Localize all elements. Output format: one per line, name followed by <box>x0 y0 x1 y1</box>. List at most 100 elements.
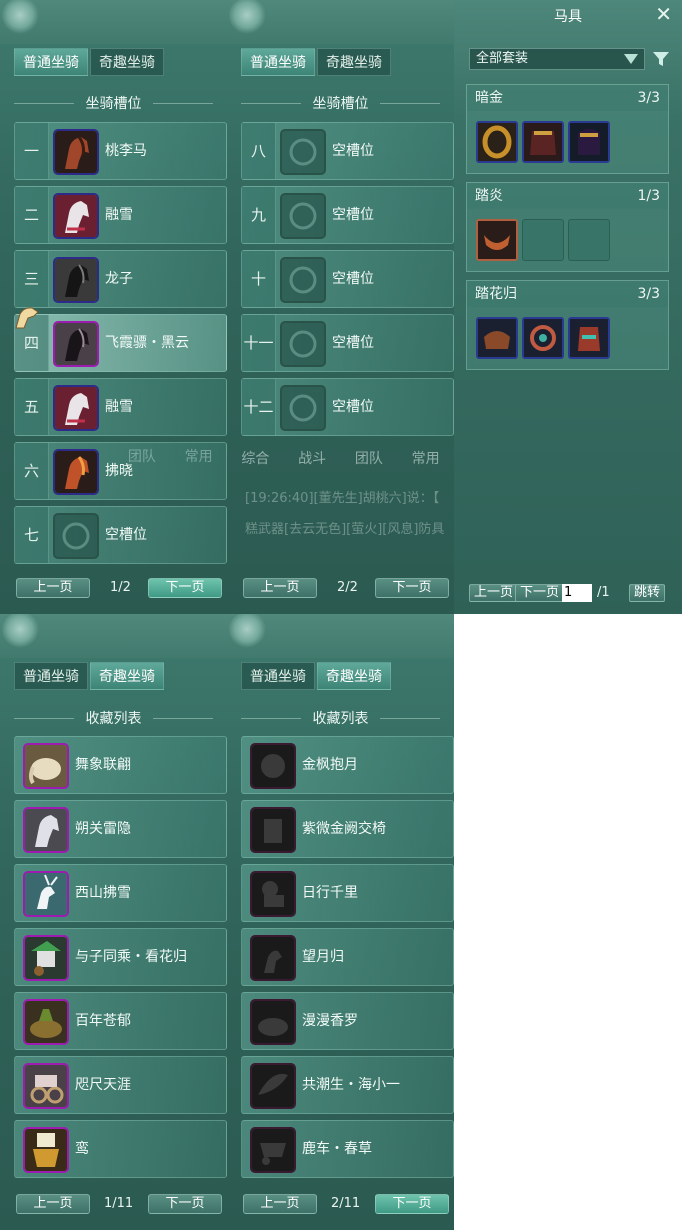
tab-fun-mounts[interactable]: 奇趣坐骑 <box>317 48 391 76</box>
ghost-chat-tab: 常用 <box>411 451 440 467</box>
mount-panel-fun-page1: 普通坐骑 奇趣坐骑 收藏列表 舞象联翩 朔关雷隐 西山拂雪 与子同乘・看花归 百… <box>0 614 227 1230</box>
tab-normal-mounts[interactable]: 普通坐骑 <box>14 48 88 76</box>
gear-item-bridle-icon[interactable] <box>476 121 518 163</box>
set-filter-dropdown[interactable]: 全部套装 <box>469 48 645 70</box>
gear-pagination: 上一页 下一页 1 /1 跳转 <box>469 584 669 604</box>
mount-slot-empty[interactable]: 十一 空槽位 <box>241 314 454 372</box>
page-total: /1 <box>597 585 610 600</box>
pagination: 上一页 2/2 下一页 <box>227 578 454 600</box>
jade-dragon-ornament-icon <box>229 0 269 36</box>
empty-slot-icon <box>280 321 326 367</box>
collection-item[interactable]: 咫尺天涯 <box>14 1056 227 1114</box>
locked-mount-icon <box>250 935 296 981</box>
gear-set-count: 1/3 <box>637 188 660 204</box>
gear-empty-slot[interactable] <box>522 219 564 261</box>
tab-fun-mounts[interactable]: 奇趣坐骑 <box>90 662 164 690</box>
tab-fun-mounts[interactable]: 奇趣坐骑 <box>90 48 164 76</box>
collection-item-locked[interactable]: 日行千里 <box>241 864 454 922</box>
mount-slot-empty[interactable]: 十二 空槽位 <box>241 378 454 436</box>
prev-page-button[interactable]: 上一页 <box>243 578 317 598</box>
collection-item-locked[interactable]: 金枫抱月 <box>241 736 454 794</box>
gear-item-saddle-icon[interactable] <box>522 121 564 163</box>
slot-number: 十 <box>242 251 276 307</box>
mount-name: 空槽位 <box>332 271 374 287</box>
mount-name: 漫漫香罗 <box>302 1013 358 1029</box>
gear-empty-slot[interactable] <box>568 219 610 261</box>
next-page-button[interactable]: 下一页 <box>148 1194 222 1214</box>
gear-set-count: 3/3 <box>637 90 660 106</box>
empty-slot-icon <box>280 193 326 239</box>
prev-page-button[interactable]: 上一页 <box>243 1194 317 1214</box>
tab-fun-mounts[interactable]: 奇趣坐骑 <box>317 662 391 690</box>
horse-white-icon <box>53 193 99 239</box>
mount-slot-empty[interactable]: 八 空槽位 <box>241 122 454 180</box>
slot-number: 八 <box>242 123 276 179</box>
gear-item-saddle-icon[interactable] <box>476 219 518 261</box>
mount-slot[interactable]: 一 桃李马 <box>14 122 227 180</box>
mount-name: 舞象联翩 <box>75 757 131 773</box>
collection-item[interactable]: 朔关雷隐 <box>14 800 227 858</box>
mount-name: 空槽位 <box>105 527 147 543</box>
mount-slot[interactable]: 二 融雪 <box>14 186 227 244</box>
mount-type-tabs: 普通坐骑 奇趣坐骑 <box>14 662 164 690</box>
gear-item-bridle-icon[interactable] <box>522 317 564 359</box>
mount-name: 龙子 <box>105 271 133 287</box>
mount-name: 金枫抱月 <box>302 757 358 773</box>
section-title: 收藏列表 <box>227 708 454 728</box>
mount-slot[interactable]: 五 融雪 <box>14 378 227 436</box>
mount-slot[interactable]: 三 龙子 <box>14 250 227 308</box>
collection-item[interactable]: 鸾 <box>14 1120 227 1178</box>
jump-button[interactable]: 跳转 <box>629 584 666 602</box>
slot-number: 一 <box>15 123 49 179</box>
mount-slot[interactable]: 六 拂晓 <box>14 442 227 500</box>
horse-black-cloud-icon <box>53 321 99 367</box>
slot-number: 十二 <box>242 379 276 435</box>
collection-item-locked[interactable]: 漫漫香罗 <box>241 992 454 1050</box>
collection-item[interactable]: 舞象联翩 <box>14 736 227 794</box>
filter-icon[interactable] <box>652 50 670 68</box>
close-icon[interactable]: ✕ <box>655 4 672 24</box>
gear-item-saddle-icon[interactable] <box>476 317 518 359</box>
collection-item[interactable]: 西山拂雪 <box>14 864 227 922</box>
prev-page-button[interactable]: 上一页 <box>469 584 519 602</box>
slot-number: 十一 <box>242 315 276 371</box>
collection-item[interactable]: 百年苍郁 <box>14 992 227 1050</box>
jade-dragon-ornament-icon <box>2 614 42 650</box>
mount-name: 鹿车・春草 <box>302 1141 372 1157</box>
section-title: 收藏列表 <box>0 708 227 728</box>
page-indicator: 1/2 <box>110 580 131 595</box>
collection-item-locked[interactable]: 鹿车・春草 <box>241 1120 454 1178</box>
horse-red-icon <box>53 449 99 495</box>
next-page-button[interactable]: 下一页 <box>515 584 565 602</box>
horse-cursor-icon <box>15 307 39 329</box>
next-page-button[interactable]: 下一页 <box>375 1194 449 1214</box>
ghost-chat-tab: 综合 <box>241 451 270 467</box>
page-indicator: 1/11 <box>104 1196 134 1211</box>
gear-item-stirrup-icon[interactable] <box>568 317 610 359</box>
mount-slot-selected[interactable]: 四 飞霞骠・黑云 <box>14 314 227 372</box>
gear-set: 踏炎 1/3 <box>466 182 669 272</box>
tab-normal-mounts[interactable]: 普通坐骑 <box>241 48 315 76</box>
mount-name: 融雪 <box>105 399 133 415</box>
prev-page-button[interactable]: 上一页 <box>16 1194 90 1214</box>
pagination: 上一页 1/2 下一页 <box>0 578 227 600</box>
pagination: 上一页 1/11 下一页 <box>0 1194 227 1216</box>
collection-item-locked[interactable]: 紫微金阙交椅 <box>241 800 454 858</box>
section-title: 坐骑槽位 <box>0 93 227 113</box>
collection-item-locked[interactable]: 共潮生・海小一 <box>241 1056 454 1114</box>
tab-normal-mounts[interactable]: 普通坐骑 <box>241 662 315 690</box>
page-number-input[interactable]: 1 <box>562 584 592 602</box>
next-page-button[interactable]: 下一页 <box>375 578 449 598</box>
next-page-button[interactable]: 下一页 <box>148 578 222 598</box>
mount-slot-empty[interactable]: 十 空槽位 <box>241 250 454 308</box>
prev-page-button[interactable]: 上一页 <box>16 578 90 598</box>
gear-item-stirrup-icon[interactable] <box>568 121 610 163</box>
collection-item-locked[interactable]: 望月归 <box>241 928 454 986</box>
collection-item[interactable]: 与子同乘・看花归 <box>14 928 227 986</box>
carriage-mount-icon <box>23 935 69 981</box>
tab-normal-mounts[interactable]: 普通坐骑 <box>14 662 88 690</box>
mount-slot-empty[interactable]: 七 空槽位 <box>14 506 227 564</box>
mount-slot-empty[interactable]: 九 空槽位 <box>241 186 454 244</box>
ghost-chat-tab: 团队 <box>354 451 383 467</box>
turtle-mount-icon <box>23 999 69 1045</box>
